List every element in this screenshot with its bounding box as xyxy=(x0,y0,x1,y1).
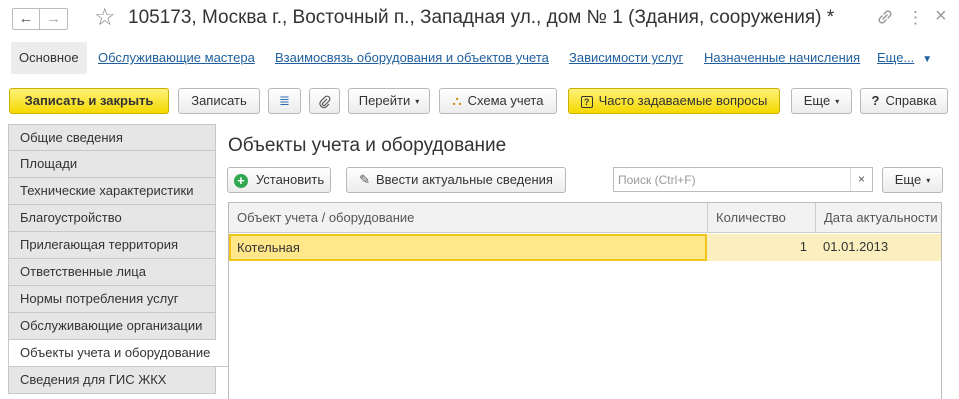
goto-button[interactable]: Перейти ▾ xyxy=(348,88,430,114)
install-label: Установить xyxy=(255,172,325,187)
sidebar-item-service-orgs[interactable]: Обслуживающие организации xyxy=(8,313,216,340)
main-panel: Объекты учета и оборудование + Установить… xyxy=(216,124,959,399)
attach-icon[interactable] xyxy=(309,88,340,114)
chevron-down-icon: ▾ xyxy=(415,96,420,106)
sidebar-item-equipment[interactable]: Объекты учета и оборудование xyxy=(8,340,228,367)
command-bar: Записать и закрыть Записать ≣ Перейти ▾ ⛬… xyxy=(0,86,959,118)
faq-button[interactable]: ? Часто задаваемые вопросы xyxy=(568,88,780,114)
tab-service-masters[interactable]: Обслуживающие мастера xyxy=(98,42,255,74)
enter-actual-data-button[interactable]: ✎ Ввести актуальные сведения xyxy=(346,167,566,193)
sidebar-item-tech-specs[interactable]: Технические характеристики xyxy=(8,178,216,205)
sidebar-item-responsible-persons[interactable]: Ответственные лица xyxy=(8,259,216,286)
more-vertical-icon[interactable]: ⋮ xyxy=(907,8,924,28)
enter-actual-data-label: Ввести актуальные сведения xyxy=(375,172,553,187)
clear-search-icon[interactable]: × xyxy=(850,168,872,191)
goto-label: Перейти xyxy=(358,93,411,108)
faq-label: Часто задаваемые вопросы xyxy=(598,93,768,108)
tab-service-dependencies[interactable]: Зависимости услуг xyxy=(569,42,683,74)
save-and-close-button[interactable]: Записать и закрыть xyxy=(9,88,169,114)
scheme-icon: ⛬ xyxy=(452,93,462,108)
help-label: Справка xyxy=(885,93,937,108)
table-more-button[interactable]: Еще ▾ xyxy=(882,167,943,193)
sidebar: Общие сведения Площади Технические харак… xyxy=(8,124,228,399)
tab-main[interactable]: Основное xyxy=(11,42,87,74)
column-header-quantity[interactable]: Количество xyxy=(707,203,815,232)
sidebar-item-general[interactable]: Общие сведения xyxy=(8,124,216,151)
cell-object[interactable]: Котельная xyxy=(229,234,707,261)
cell-quantity[interactable]: 1 xyxy=(707,234,807,261)
sidebar-item-adjacent-territory[interactable]: Прилегающая территория xyxy=(8,232,216,259)
scheme-label: Схема учета xyxy=(467,93,544,108)
tab-assigned-charges[interactable]: Назначенные начисления xyxy=(704,42,860,74)
link-icon[interactable] xyxy=(876,8,894,31)
column-header-object[interactable]: Объект учета / оборудование xyxy=(229,203,707,232)
table-row[interactable]: Котельная 1 01.01.2013 xyxy=(229,234,941,261)
forward-icon[interactable]: → xyxy=(40,8,68,30)
pencil-icon: ✎ xyxy=(359,172,370,187)
equipment-table: Объект учета / оборудование Количество Д… xyxy=(228,202,942,399)
table-header: Объект учета / оборудование Количество Д… xyxy=(229,203,941,233)
tab-more-label: Еще... xyxy=(877,50,915,65)
chevron-down-icon: ▾ xyxy=(926,175,931,185)
table-more-label: Еще xyxy=(894,172,922,187)
title-bar: ← → ☆ 105173, Москва г., Восточный п., З… xyxy=(0,0,959,38)
column-header-date[interactable]: Дата актуальности xyxy=(815,203,941,232)
help-button[interactable]: ? Справка xyxy=(860,88,948,114)
window-title: 105173, Москва г., Восточный п., Западна… xyxy=(128,7,835,28)
search-input[interactable] xyxy=(614,168,846,191)
chevron-down-icon: ▾ xyxy=(835,96,840,106)
tab-equipment-relation[interactable]: Взаимосвязь оборудования и объектов учет… xyxy=(275,42,549,74)
list-icon[interactable]: ≣ xyxy=(268,88,301,114)
plus-icon: + xyxy=(233,173,248,188)
more-label: Еще xyxy=(803,93,831,108)
sidebar-item-consumption-norms[interactable]: Нормы потребления услуг xyxy=(8,286,216,313)
sidebar-item-improvement[interactable]: Благоустройство xyxy=(8,205,216,232)
tab-more[interactable]: Еще... ▼ xyxy=(877,42,932,74)
cell-date[interactable]: 01.01.2013 xyxy=(823,234,941,261)
close-icon[interactable]: × xyxy=(935,6,947,26)
help-icon: ? xyxy=(871,93,880,108)
more-button[interactable]: Еще ▾ xyxy=(791,88,852,114)
chevron-down-icon: ▼ xyxy=(922,54,933,65)
scheme-button[interactable]: ⛬ Схема учета xyxy=(439,88,557,114)
search-field: × xyxy=(613,167,873,192)
back-icon[interactable]: ← xyxy=(12,8,40,30)
save-button[interactable]: Записать xyxy=(178,88,260,114)
question-icon: ? xyxy=(580,95,593,108)
sidebar-item-gis-zhkh[interactable]: Сведения для ГИС ЖКХ xyxy=(8,367,216,394)
section-tabs: Основное Обслуживающие мастера Взаимосвя… xyxy=(0,42,959,74)
sidebar-item-areas[interactable]: Площади xyxy=(8,151,216,178)
favorite-star-icon[interactable]: ☆ xyxy=(94,4,116,32)
page-title: Объекты учета и оборудование xyxy=(228,135,507,156)
install-button[interactable]: + Установить xyxy=(227,167,331,193)
